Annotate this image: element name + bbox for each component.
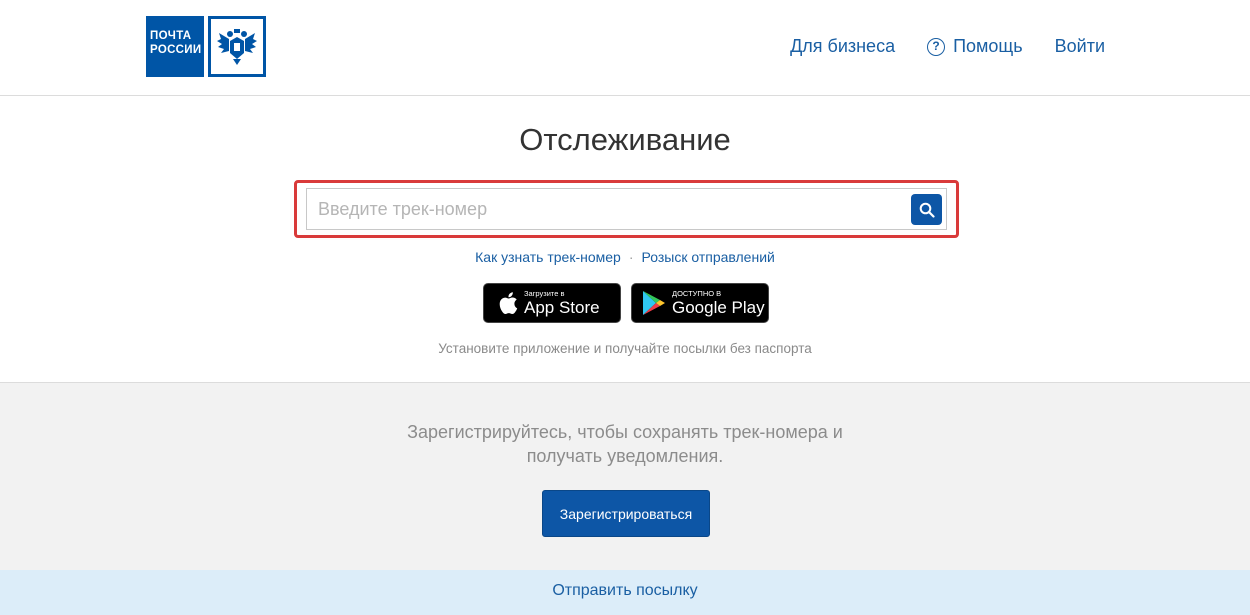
double-headed-eagle-icon — [208, 16, 266, 77]
search-box — [306, 188, 947, 230]
install-app-note: Установите приложение и получайте посылк… — [438, 341, 812, 356]
track-number-input[interactable] — [307, 189, 905, 229]
question-circle-icon: ? — [927, 37, 946, 56]
app-store-small-text: Загрузите в — [524, 289, 565, 299]
header: ПОЧТА РОССИИ Для бизнеса ? Помощь Войти — [0, 0, 1250, 96]
google-play-small-text: ДОСТУПНО В — [672, 289, 722, 299]
app-store-big-text: App Store — [524, 297, 600, 317]
logo-line-1: ПОЧТА — [150, 30, 192, 42]
nav-login-label: Войти — [1054, 36, 1105, 56]
top-nav: Для бизнеса ? Помощь Войти — [790, 36, 1105, 57]
link-separator: · — [628, 249, 634, 265]
search-button[interactable] — [911, 194, 942, 225]
search-icon — [919, 202, 935, 218]
register-prompt-line-2: получать уведомления. — [526, 446, 724, 466]
app-badges: Загрузите в App Store ДОСТУПНО В Google … — [483, 283, 769, 323]
nav-login-link[interactable]: Войти — [1055, 36, 1105, 57]
send-parcel-label: Отправить посылку — [552, 582, 698, 599]
tracking-help-links: Как узнать трек-номер · Розыск отправлений — [0, 249, 1250, 265]
send-parcel-bar[interactable]: Отправить посылку — [0, 570, 1250, 615]
how-to-find-track-link[interactable]: Как узнать трек-номер — [475, 249, 621, 265]
register-prompt-line-1: Зарегистрируйтесь, чтобы сохранять трек-… — [407, 422, 843, 442]
search-highlight-frame — [294, 180, 959, 238]
page-title: Отслеживание — [519, 122, 731, 157]
nav-help-link[interactable]: ? Помощь — [927, 36, 1023, 57]
logo-line-2: РОССИИ — [150, 44, 202, 56]
register-section: Зарегистрируйтесь, чтобы сохранять трек-… — [0, 382, 1250, 570]
register-button[interactable]: Зарегистрироваться — [542, 490, 710, 537]
search-shipments-link[interactable]: Розыск отправлений — [642, 249, 775, 265]
pochta-logo[interactable]: ПОЧТА РОССИИ — [146, 16, 266, 77]
nav-help-label: Помощь — [953, 36, 1023, 56]
app-store-badge[interactable]: Загрузите в App Store — [483, 283, 621, 323]
google-play-big-text: Google Play — [672, 297, 765, 317]
register-prompt: Зарегистрируйтесь, чтобы сохранять трек-… — [0, 420, 1250, 468]
google-play-badge[interactable]: ДОСТУПНО В Google Play — [631, 283, 769, 323]
nav-business-label: Для бизнеса — [790, 36, 896, 56]
google-play-icon — [643, 291, 665, 315]
nav-business-link[interactable]: Для бизнеса — [790, 36, 895, 57]
logo-wordmark: ПОЧТА РОССИИ — [146, 16, 204, 77]
apple-icon — [499, 292, 518, 315]
